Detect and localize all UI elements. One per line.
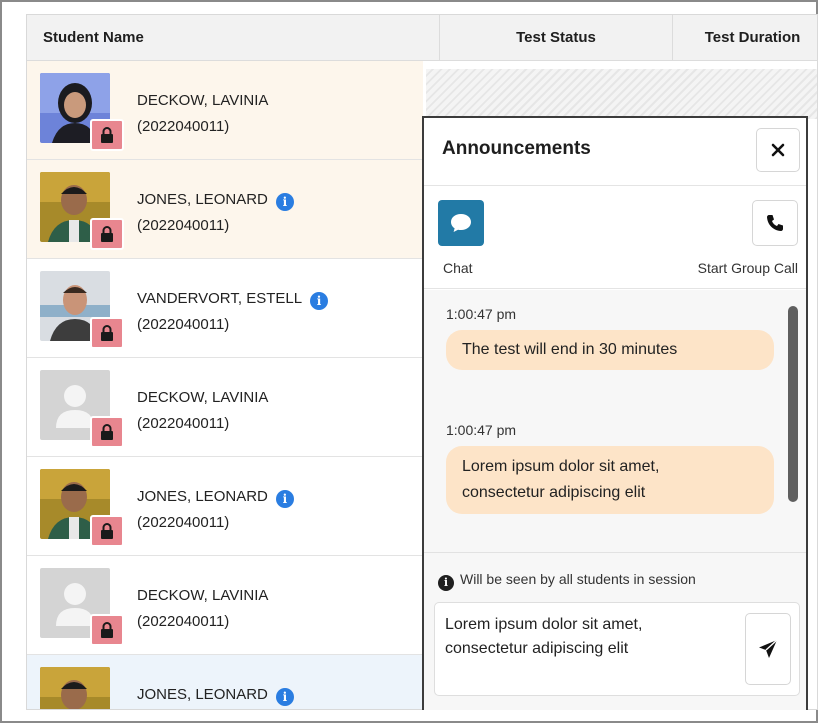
- student-list: DECKOW, LAVINIA (2022040011) JONES, LEON…: [27, 61, 423, 709]
- student-id: (2022040011): [137, 316, 230, 333]
- panel-title: Announcements: [442, 138, 591, 159]
- visibility-notice: i Will be seen by all students in session: [438, 571, 696, 591]
- send-button[interactable]: [745, 613, 791, 685]
- message-bubble: The test will end in 30 minutes: [446, 330, 774, 370]
- scrollbar[interactable]: [788, 306, 798, 502]
- table-row[interactable]: JONES, LEONARD i: [27, 655, 423, 709]
- lock-icon[interactable]: [90, 218, 124, 250]
- student-id: (2022040011): [137, 613, 230, 630]
- table-row[interactable]: JONES, LEONARD i (2022040011): [27, 457, 423, 556]
- message-time: 1:00:47 pm: [446, 422, 517, 438]
- announcement-input[interactable]: [445, 613, 735, 683]
- info-icon[interactable]: i: [275, 688, 294, 706]
- student-info: DECKOW, LAVINIA (2022040011): [137, 385, 268, 437]
- student-name[interactable]: JONES, LEONARD: [137, 488, 268, 505]
- message-list[interactable]: 1:00:47 pm The test will end in 30 minut…: [424, 290, 806, 552]
- close-button[interactable]: [756, 128, 800, 172]
- lock-icon[interactable]: [90, 119, 124, 151]
- info-icon: i: [438, 575, 454, 591]
- info-icon[interactable]: i: [275, 490, 294, 508]
- status-striped-area: [426, 69, 817, 119]
- panel-header: Announcements: [424, 118, 806, 186]
- table-row[interactable]: DECKOW, LAVINIA (2022040011): [27, 556, 423, 655]
- student-name[interactable]: JONES, LEONARD: [137, 686, 268, 703]
- panel-tools: Chat Start Group Call: [424, 186, 806, 289]
- info-icon[interactable]: i: [275, 193, 294, 211]
- scrollbar-thumb[interactable]: [788, 306, 798, 502]
- chat-bubble-icon: [451, 214, 471, 232]
- student-id: (2022040011): [137, 415, 230, 432]
- student-name[interactable]: DECKOW, LAVINIA: [137, 583, 268, 609]
- student-name[interactable]: JONES, LEONARD: [137, 191, 268, 208]
- start-group-call-button[interactable]: [752, 200, 798, 246]
- student-name[interactable]: DECKOW, LAVINIA: [137, 385, 268, 411]
- lock-icon[interactable]: [90, 515, 124, 547]
- message-text: Lorem ipsum dolor sit amet,: [462, 458, 660, 475]
- column-header-student-name[interactable]: Student Name: [43, 15, 144, 61]
- student-name[interactable]: VANDERVORT, ESTELL: [137, 290, 302, 307]
- student-info: DECKOW, LAVINIA (2022040011): [137, 583, 268, 635]
- message-bubble: Lorem ipsum dolor sit amet, consectetur …: [446, 446, 774, 514]
- close-icon: [771, 143, 785, 157]
- phone-icon: [767, 215, 783, 231]
- student-id: (2022040011): [137, 118, 230, 135]
- table-row[interactable]: DECKOW, LAVINIA (2022040011): [27, 358, 423, 457]
- student-info: JONES, LEONARD i: [137, 682, 294, 708]
- table-row[interactable]: JONES, LEONARD i (2022040011): [27, 160, 423, 259]
- avatar: [40, 667, 110, 709]
- table-header: Student Name Test Status Test Duration: [27, 15, 817, 61]
- notice-text: Will be seen by all students in session: [460, 571, 696, 587]
- message-text: The test will end in 30 minutes: [462, 341, 678, 358]
- send-icon: [759, 639, 778, 658]
- lock-icon[interactable]: [90, 317, 124, 349]
- student-info: JONES, LEONARD i (2022040011): [137, 484, 294, 536]
- message-text: consectetur adipiscing elit: [462, 484, 646, 501]
- start-group-call-label: Start Group Call: [697, 260, 798, 276]
- student-id: (2022040011): [137, 217, 230, 234]
- student-info: DECKOW, LAVINIA (2022040011): [137, 88, 268, 140]
- lock-icon[interactable]: [90, 614, 124, 646]
- table-row[interactable]: DECKOW, LAVINIA (2022040011): [27, 61, 423, 160]
- student-name[interactable]: DECKOW, LAVINIA: [137, 88, 268, 114]
- app-frame: Student Name Test Status Test Duration D…: [0, 0, 818, 723]
- column-header-test-duration[interactable]: Test Duration: [672, 15, 817, 61]
- message-time: 1:00:47 pm: [446, 306, 517, 322]
- student-info: JONES, LEONARD i (2022040011): [137, 187, 294, 239]
- announcements-panel: Announcements Chat Start Group Call 1:00…: [422, 116, 808, 710]
- student-id: (2022040011): [137, 514, 230, 531]
- message-input-box: [434, 602, 800, 696]
- chat-button[interactable]: [438, 200, 484, 246]
- student-info: VANDERVORT, ESTELL i (2022040011): [137, 286, 329, 338]
- column-header-test-status[interactable]: Test Status: [439, 15, 672, 61]
- announcement-composer: i Will be seen by all students in session: [424, 552, 806, 710]
- lock-icon[interactable]: [90, 416, 124, 448]
- info-icon[interactable]: i: [310, 292, 329, 310]
- chat-label: Chat: [443, 260, 473, 276]
- table-row[interactable]: VANDERVORT, ESTELL i (2022040011): [27, 259, 423, 358]
